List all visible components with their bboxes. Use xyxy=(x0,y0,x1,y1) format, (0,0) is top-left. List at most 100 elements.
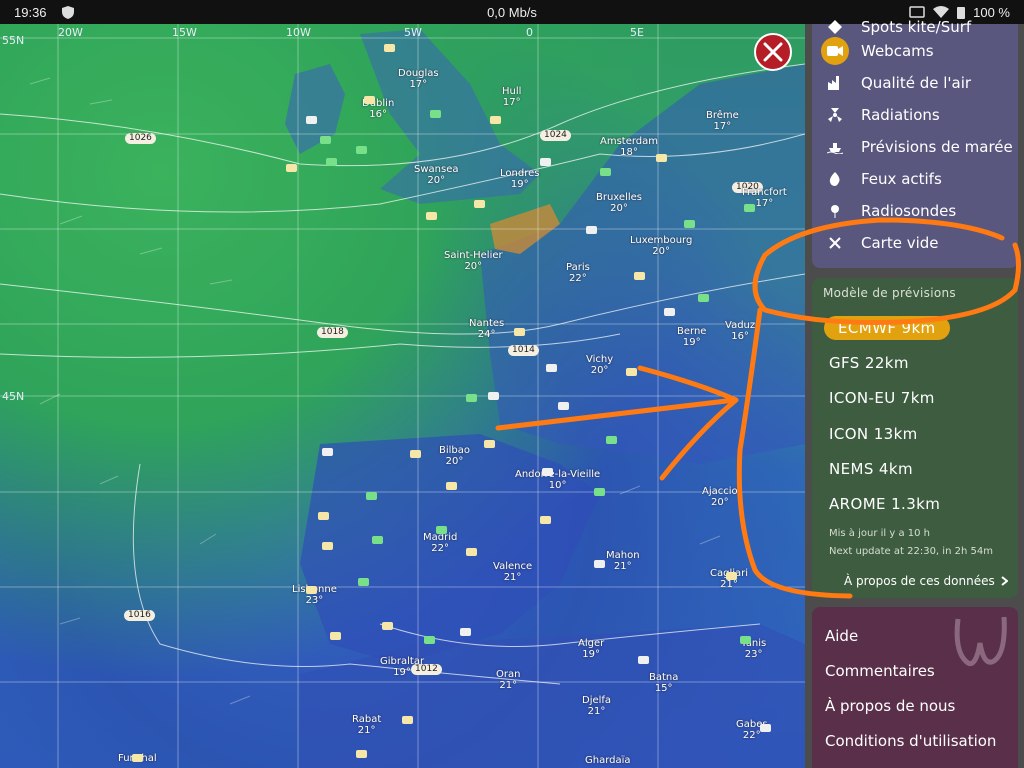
model-icon-eu[interactable]: ICON-EU 7km xyxy=(829,389,935,407)
webcam-marker[interactable] xyxy=(372,536,383,544)
webcam-marker[interactable] xyxy=(656,154,667,162)
city-label[interactable]: Gibraltar 19° xyxy=(380,656,424,678)
webcam-marker[interactable] xyxy=(606,436,617,444)
layer-item-radiosondes[interactable]: Radiosondes xyxy=(812,196,956,226)
webcam-marker[interactable] xyxy=(664,308,675,316)
city-label[interactable]: Hull 17° xyxy=(502,86,521,108)
menu-terms[interactable]: Conditions d'utilisation xyxy=(825,732,996,750)
webcam-marker[interactable] xyxy=(600,168,611,176)
city-label[interactable]: Vaduz 16° xyxy=(725,320,755,342)
city-label[interactable]: Douglas 17° xyxy=(398,68,439,90)
webcam-marker[interactable] xyxy=(446,482,457,490)
webcam-marker[interactable] xyxy=(132,754,143,762)
city-label[interactable]: Ajaccio 20° xyxy=(702,486,738,508)
webcam-marker[interactable] xyxy=(356,750,367,758)
city-label[interactable]: Berne 19° xyxy=(677,326,706,348)
webcam-marker[interactable] xyxy=(460,628,471,636)
model-ecmwf-selected[interactable]: ECMWF 9km xyxy=(824,316,950,340)
webcam-marker[interactable] xyxy=(306,116,317,124)
webcam-marker[interactable] xyxy=(410,450,421,458)
city-label[interactable]: Mahon 21° xyxy=(606,550,640,572)
webcam-marker[interactable] xyxy=(540,158,551,166)
webcam-marker[interactable] xyxy=(364,96,375,104)
webcam-marker[interactable] xyxy=(322,448,333,456)
city-label[interactable]: Bruxelles 20° xyxy=(596,192,642,214)
city-label[interactable]: Saint-Helier 20° xyxy=(444,250,503,272)
city-label[interactable]: Vichy 20° xyxy=(586,354,613,376)
webcam-marker[interactable] xyxy=(322,542,333,550)
city-label[interactable]: Nantes 24° xyxy=(469,318,504,340)
layer-item-empty-map[interactable]: Carte vide xyxy=(812,228,939,258)
model-nems[interactable]: NEMS 4km xyxy=(829,460,913,478)
city-label[interactable]: Brême 17° xyxy=(706,110,739,132)
webcam-marker[interactable] xyxy=(626,368,637,376)
webcam-marker[interactable] xyxy=(586,226,597,234)
layer-item-webcams[interactable]: Webcams xyxy=(812,36,934,66)
webcam-marker[interactable] xyxy=(430,110,441,118)
menu-feedback[interactable]: Commentaires xyxy=(825,662,935,680)
webcam-marker[interactable] xyxy=(384,44,395,52)
webcam-marker[interactable] xyxy=(542,468,553,476)
webcam-marker[interactable] xyxy=(424,636,435,644)
webcam-marker[interactable] xyxy=(436,526,447,534)
webcam-marker[interactable] xyxy=(540,516,551,524)
webcam-marker[interactable] xyxy=(594,560,605,568)
about-data-link[interactable]: À propos de ces données xyxy=(844,574,1008,588)
city-label[interactable]: Swansea 20° xyxy=(414,164,458,186)
webcam-marker[interactable] xyxy=(698,294,709,302)
webcam-marker[interactable] xyxy=(726,572,737,580)
webcam-marker[interactable] xyxy=(744,204,755,212)
layer-item-tides[interactable]: Prévisions de marée xyxy=(812,132,1013,162)
webcam-marker[interactable] xyxy=(474,200,485,208)
webcam-marker[interactable] xyxy=(318,512,329,520)
city-label[interactable]: Paris 22° xyxy=(566,262,590,284)
webcam-marker[interactable] xyxy=(466,548,477,556)
close-layers-button[interactable] xyxy=(754,33,792,71)
webcam-marker[interactable] xyxy=(382,622,393,630)
webcam-marker[interactable] xyxy=(466,394,477,402)
city-label[interactable]: Djelfa 21° xyxy=(582,695,611,717)
city-label[interactable]: Londres 19° xyxy=(500,168,539,190)
city-label[interactable]: Luxembourg 20° xyxy=(630,235,692,257)
model-icon[interactable]: ICON 13km xyxy=(829,425,918,443)
webcam-marker[interactable] xyxy=(558,402,569,410)
webcam-marker[interactable] xyxy=(740,636,751,644)
webcam-marker[interactable] xyxy=(490,116,501,124)
city-label[interactable]: Valence 21° xyxy=(493,561,532,583)
webcam-marker[interactable] xyxy=(402,716,413,724)
webcam-marker[interactable] xyxy=(358,578,369,586)
city-label[interactable]: Amsterdam 18° xyxy=(600,136,658,158)
webcam-marker[interactable] xyxy=(684,220,695,228)
city-label[interactable]: Andorre-la-Vieille 10° xyxy=(515,469,600,491)
menu-about-us[interactable]: À propos de nous xyxy=(825,697,955,715)
city-label[interactable]: Ghardaïa xyxy=(585,755,631,766)
weather-map[interactable]: 20W 15W 10W 5W 0 5E 45N 55N 1026 1024 10… xyxy=(0,24,805,768)
webcam-marker[interactable] xyxy=(514,328,525,336)
webcam-marker[interactable] xyxy=(634,272,645,280)
webcam-marker[interactable] xyxy=(546,364,557,372)
webcam-marker[interactable] xyxy=(366,492,377,500)
city-label[interactable]: Alger 19° xyxy=(578,638,604,660)
webcam-marker[interactable] xyxy=(638,656,649,664)
webcam-marker[interactable] xyxy=(306,586,317,594)
webcam-marker[interactable] xyxy=(330,632,341,640)
webcam-marker[interactable] xyxy=(356,146,367,154)
webcam-marker[interactable] xyxy=(594,488,605,496)
model-gfs[interactable]: GFS 22km xyxy=(829,354,909,372)
layer-item-radiation[interactable]: Radiations xyxy=(812,100,940,130)
city-label[interactable]: Batna 15° xyxy=(649,672,678,694)
city-label[interactable]: Rabat 21° xyxy=(352,714,381,736)
menu-help[interactable]: Aide xyxy=(825,627,858,645)
webcam-marker[interactable] xyxy=(426,212,437,220)
webcam-marker[interactable] xyxy=(760,724,771,732)
webcam-marker[interactable] xyxy=(286,164,297,172)
city-label[interactable]: Madrid 22° xyxy=(423,532,457,554)
layer-item-active-fires[interactable]: Feux actifs xyxy=(812,164,942,194)
city-label[interactable]: Bilbao 20° xyxy=(439,445,470,467)
webcam-marker[interactable] xyxy=(326,158,337,166)
model-arome[interactable]: AROME 1.3km xyxy=(829,495,940,513)
layer-item-air-quality[interactable]: Qualité de l'air xyxy=(812,68,971,98)
webcam-marker[interactable] xyxy=(484,440,495,448)
webcam-marker[interactable] xyxy=(320,136,331,144)
webcam-marker[interactable] xyxy=(488,392,499,400)
